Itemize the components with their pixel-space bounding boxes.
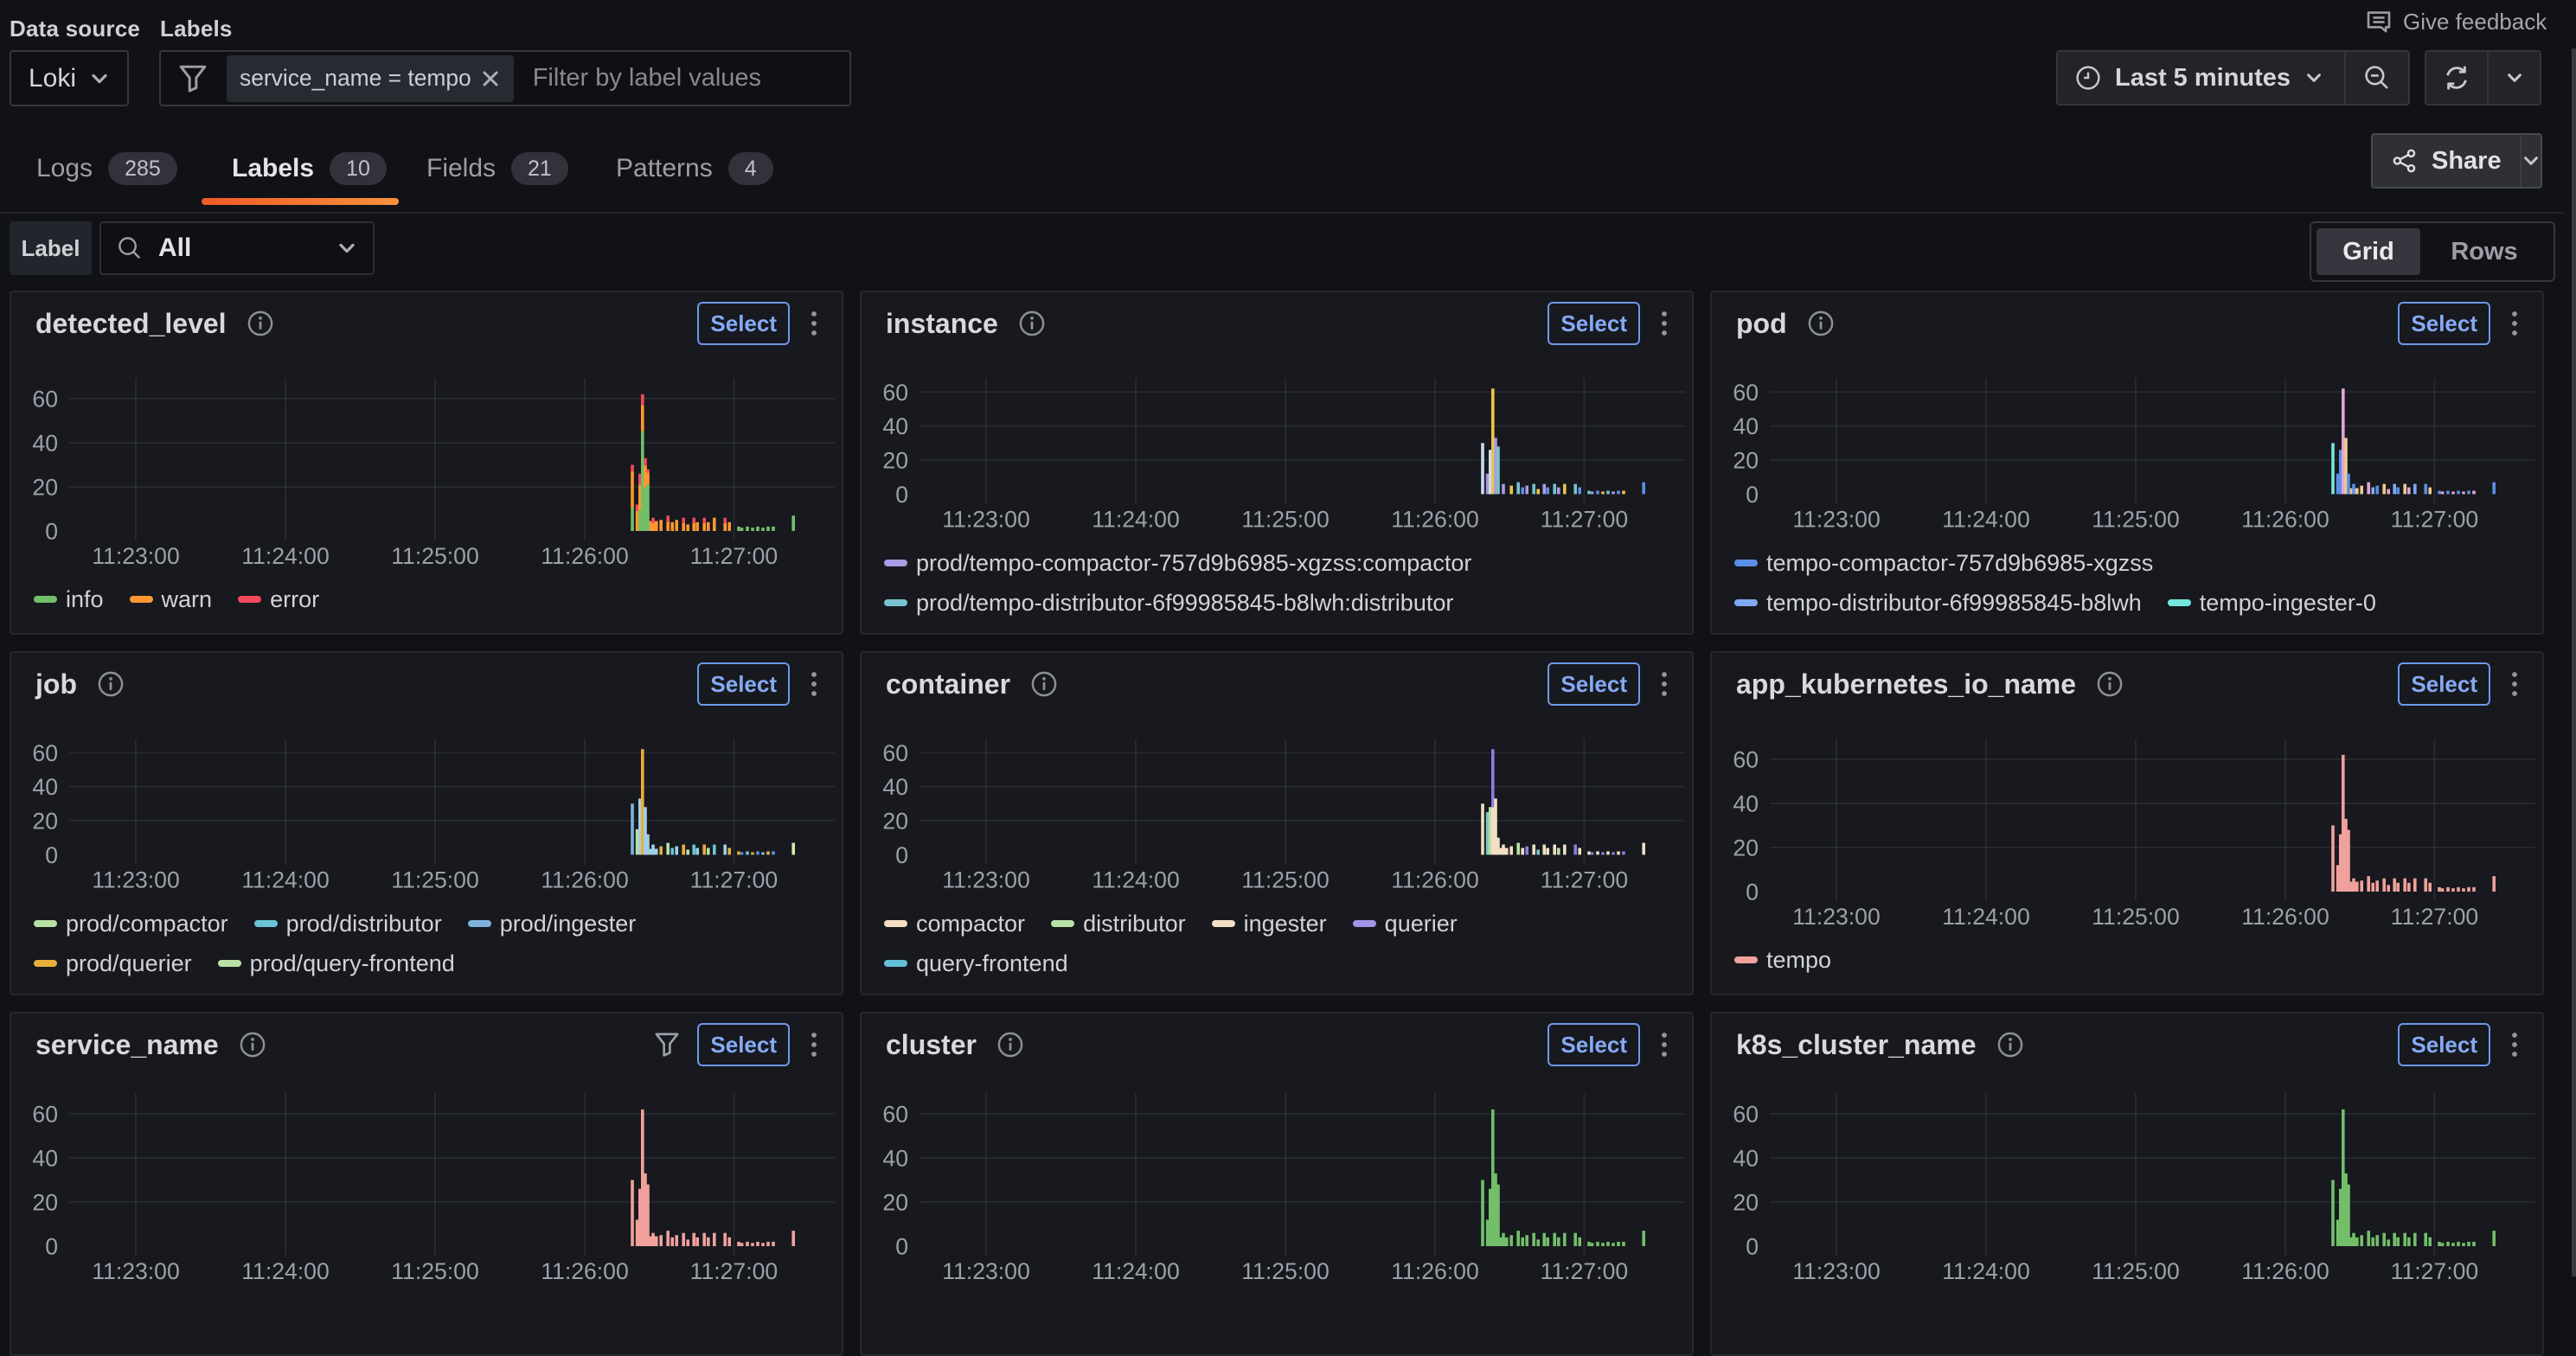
svg-text:20: 20 <box>1733 835 1759 861</box>
svg-text:11:25:00: 11:25:00 <box>391 543 479 569</box>
svg-text:60: 60 <box>32 387 58 413</box>
svg-text:20: 20 <box>32 475 58 501</box>
svg-text:20: 20 <box>882 809 908 835</box>
svg-text:11:26:00: 11:26:00 <box>1391 506 1479 532</box>
svg-text:40: 40 <box>32 774 58 800</box>
svg-text:11:27:00: 11:27:00 <box>1541 1258 1629 1284</box>
svg-text:40: 40 <box>882 413 908 439</box>
svg-text:11:27:00: 11:27:00 <box>2391 1258 2479 1284</box>
svg-text:11:26:00: 11:26:00 <box>2241 904 2329 930</box>
svg-text:20: 20 <box>882 448 908 474</box>
svg-text:11:23:00: 11:23:00 <box>942 867 1030 892</box>
svg-text:11:27:00: 11:27:00 <box>2391 904 2479 930</box>
svg-text:40: 40 <box>882 774 908 800</box>
svg-text:40: 40 <box>1733 791 1759 817</box>
svg-text:11:23:00: 11:23:00 <box>942 1258 1030 1284</box>
svg-text:0: 0 <box>1746 879 1759 905</box>
svg-text:11:27:00: 11:27:00 <box>1541 867 1629 892</box>
svg-text:11:24:00: 11:24:00 <box>1092 867 1180 892</box>
svg-text:0: 0 <box>1746 1234 1759 1260</box>
svg-text:11:25:00: 11:25:00 <box>2092 1258 2180 1284</box>
svg-text:0: 0 <box>895 482 908 508</box>
svg-text:20: 20 <box>882 1190 908 1216</box>
svg-text:40: 40 <box>882 1146 908 1172</box>
svg-text:11:24:00: 11:24:00 <box>1092 1258 1180 1284</box>
svg-text:11:25:00: 11:25:00 <box>391 1258 479 1284</box>
svg-text:60: 60 <box>32 740 58 766</box>
svg-text:60: 60 <box>1733 747 1759 773</box>
svg-text:60: 60 <box>32 1102 58 1128</box>
svg-text:11:26:00: 11:26:00 <box>541 867 629 892</box>
svg-text:40: 40 <box>1733 413 1759 439</box>
svg-text:11:27:00: 11:27:00 <box>1541 506 1629 532</box>
svg-text:11:24:00: 11:24:00 <box>1942 506 2030 532</box>
svg-text:11:23:00: 11:23:00 <box>1792 506 1881 532</box>
svg-text:11:25:00: 11:25:00 <box>2092 506 2180 532</box>
svg-text:40: 40 <box>32 1146 58 1172</box>
svg-text:40: 40 <box>1733 1146 1759 1172</box>
svg-text:11:24:00: 11:24:00 <box>241 543 330 569</box>
svg-text:11:24:00: 11:24:00 <box>1092 506 1180 532</box>
svg-text:11:26:00: 11:26:00 <box>1391 867 1479 892</box>
svg-text:11:23:00: 11:23:00 <box>92 543 180 569</box>
svg-text:20: 20 <box>1733 1190 1759 1216</box>
svg-text:11:25:00: 11:25:00 <box>1241 1258 1330 1284</box>
svg-text:11:25:00: 11:25:00 <box>2092 904 2180 930</box>
svg-text:0: 0 <box>45 842 58 868</box>
svg-text:11:26:00: 11:26:00 <box>541 1258 629 1284</box>
svg-text:11:26:00: 11:26:00 <box>2241 506 2329 532</box>
svg-text:0: 0 <box>45 1234 58 1260</box>
svg-text:11:25:00: 11:25:00 <box>391 867 479 892</box>
svg-text:11:23:00: 11:23:00 <box>1792 904 1881 930</box>
svg-text:11:23:00: 11:23:00 <box>92 867 180 892</box>
svg-text:60: 60 <box>882 1102 908 1128</box>
svg-text:11:23:00: 11:23:00 <box>1792 1258 1881 1284</box>
svg-text:11:26:00: 11:26:00 <box>541 543 629 569</box>
svg-text:11:23:00: 11:23:00 <box>92 1258 180 1284</box>
svg-text:11:25:00: 11:25:00 <box>1241 867 1330 892</box>
svg-text:0: 0 <box>1746 482 1759 508</box>
svg-text:60: 60 <box>882 740 908 766</box>
svg-text:40: 40 <box>32 431 58 457</box>
svg-text:11:23:00: 11:23:00 <box>942 506 1030 532</box>
svg-text:11:27:00: 11:27:00 <box>690 543 779 569</box>
svg-text:11:24:00: 11:24:00 <box>1942 904 2030 930</box>
svg-text:20: 20 <box>32 1190 58 1216</box>
svg-text:0: 0 <box>895 842 908 868</box>
svg-text:11:24:00: 11:24:00 <box>241 1258 330 1284</box>
svg-text:11:27:00: 11:27:00 <box>690 1258 779 1284</box>
svg-text:11:26:00: 11:26:00 <box>2241 1258 2329 1284</box>
svg-text:0: 0 <box>895 1234 908 1260</box>
svg-text:60: 60 <box>1733 1102 1759 1128</box>
svg-text:20: 20 <box>1733 448 1759 474</box>
svg-text:0: 0 <box>45 519 58 545</box>
svg-text:11:24:00: 11:24:00 <box>1942 1258 2030 1284</box>
svg-text:11:25:00: 11:25:00 <box>1241 506 1330 532</box>
svg-text:60: 60 <box>882 380 908 406</box>
svg-text:11:27:00: 11:27:00 <box>690 867 779 892</box>
svg-text:11:26:00: 11:26:00 <box>1391 1258 1479 1284</box>
svg-text:11:24:00: 11:24:00 <box>241 867 330 892</box>
svg-text:60: 60 <box>1733 380 1759 406</box>
svg-text:11:27:00: 11:27:00 <box>2391 506 2479 532</box>
svg-text:20: 20 <box>32 809 58 835</box>
